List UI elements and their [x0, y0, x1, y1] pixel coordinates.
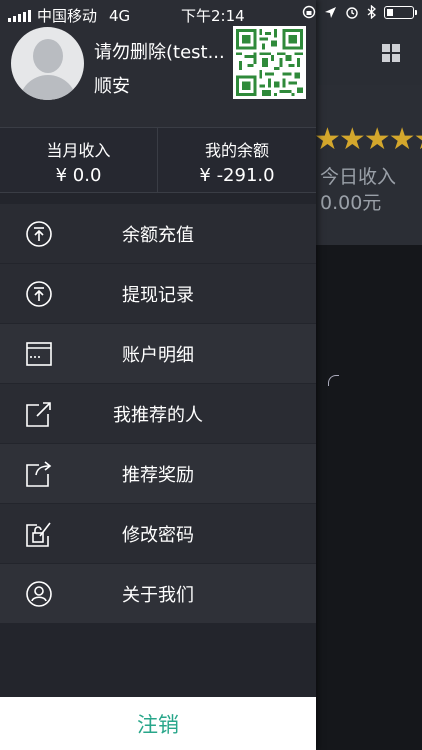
status-bar: 中国移动 4G 下午2:14 [0, 0, 422, 28]
side-drawer: 请勿删除(test... 顺安 当月收入 ¥ 0.0 我的余额 ¥ -291.0… [0, 0, 316, 750]
menu-item-change-password[interactable]: 修改密码 [0, 504, 316, 563]
alarm-icon [346, 7, 358, 19]
monthly-income-stat[interactable]: 当月收入 ¥ 0.0 [0, 128, 158, 192]
battery-icon [384, 5, 417, 19]
balance-stat[interactable]: 我的余额 ¥ -291.0 [158, 128, 316, 192]
location-arrow-icon [325, 6, 336, 18]
menu-item-referral-rewards[interactable]: 推荐奖励 [0, 444, 316, 503]
background-content-area [316, 245, 422, 750]
income-stats: 当月收入 ¥ 0.0 我的余额 ¥ -291.0 [0, 127, 316, 193]
edit-lock-icon [26, 522, 51, 547]
region-name: 顺安 [94, 76, 130, 97]
avatar[interactable] [11, 27, 84, 100]
menu-item-account-details[interactable]: 账户明细 [0, 324, 316, 383]
monthly-income-value: ¥ 0.0 [55, 165, 102, 186]
network-type: 4G [109, 6, 131, 25]
drawer-menu: 余额充值 提现记录 账户明细 我推荐的人 推荐奖励 修改密码 关于我们 [0, 204, 316, 624]
monthly-income-label: 当月收入 [46, 141, 111, 160]
menu-item-label: 关于我们 [122, 585, 194, 606]
carrier-name: 中国移动 [37, 7, 98, 25]
qr-code-icon[interactable] [233, 26, 306, 99]
menu-item-my-referrals[interactable]: 我推荐的人 [0, 384, 316, 443]
menu-item-recharge[interactable]: 余额充值 [0, 204, 316, 263]
menu-item-label: 账户明细 [122, 345, 194, 366]
menu-item-label: 余额充值 [122, 225, 194, 246]
menu-item-label: 提现记录 [122, 285, 194, 306]
share-out-icon [26, 402, 51, 427]
orientation-lock-icon [302, 5, 316, 19]
menu-item-about-us[interactable]: 关于我们 [0, 564, 316, 623]
balance-value: ¥ -291.0 [199, 165, 275, 186]
upload-circle-icon [26, 281, 52, 307]
logout-button[interactable]: 注销 [0, 697, 316, 750]
grid-menu-icon[interactable] [382, 44, 400, 62]
menu-item-label: 修改密码 [122, 525, 194, 546]
user-circle-icon [26, 581, 52, 607]
loading-spinner-icon [328, 375, 339, 386]
bluetooth-icon [367, 5, 376, 19]
rating-stars: ★★★★★ [314, 122, 422, 157]
username: 请勿删除(test... [94, 42, 225, 63]
window-icon [26, 342, 52, 366]
menu-item-label: 推荐奖励 [122, 465, 194, 486]
menu-item-withdraw-records[interactable]: 提现记录 [0, 264, 316, 323]
share-back-icon [26, 461, 52, 487]
today-income-value: 0.00元 [320, 192, 382, 214]
status-time: 下午2:14 [181, 7, 245, 25]
logout-label: 注销 [137, 713, 179, 737]
signal-strength-icon [8, 9, 31, 22]
today-income-label: 今日收入 [320, 166, 397, 188]
upload-circle-icon [26, 221, 52, 247]
background-main-page: ★★★★★ 今日收入 0.00元 [314, 0, 422, 750]
balance-label: 我的余额 [204, 141, 269, 160]
menu-item-label: 我推荐的人 [113, 405, 203, 426]
